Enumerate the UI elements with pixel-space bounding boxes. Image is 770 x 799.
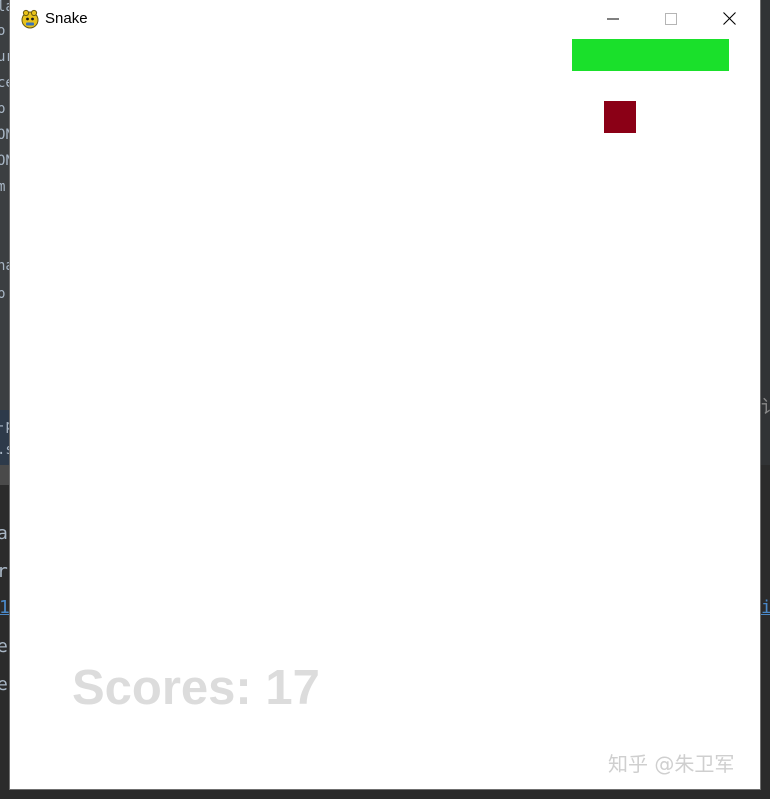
zhihu-watermark: 知乎 @朱卫军 <box>608 752 735 776</box>
snake-body <box>572 39 729 71</box>
window-titlebar[interactable]: Snake <box>10 0 760 38</box>
ide-link-fragment: i <box>761 597 770 618</box>
snake-food <box>604 101 636 133</box>
ide-separator <box>0 465 10 485</box>
maximize-icon <box>665 10 677 29</box>
ide-link-fragment: 1 <box>0 597 10 618</box>
ide-text-fragment: 讠 <box>761 398 770 418</box>
ide-right-panel <box>760 0 770 465</box>
ide-text-fragment: e <box>0 636 8 657</box>
snake-game-window: Snake Scores: 17 知乎 @朱卫军 <box>10 0 760 789</box>
close-icon <box>722 10 736 29</box>
pygame-snake-icon <box>21 9 39 29</box>
ide-text-fragment: a <box>0 523 8 544</box>
maximize-button[interactable] <box>642 0 700 38</box>
minimize-icon <box>607 10 619 29</box>
ide-right-editor <box>760 465 770 799</box>
ide-text-fragment: p <box>0 286 6 302</box>
window-title: Snake <box>45 10 88 27</box>
ide-text-fragment: p <box>0 101 6 117</box>
ide-text-fragment: m <box>0 179 6 195</box>
score-label: Scores: 17 <box>72 661 320 715</box>
ide-text-fragment: e <box>0 674 8 695</box>
game-canvas[interactable]: Scores: 17 知乎 @朱卫军 <box>10 38 760 789</box>
ide-bottom-strip <box>0 789 770 799</box>
minimize-button[interactable] <box>584 0 642 38</box>
close-button[interactable] <box>700 0 758 38</box>
ide-text-fragment: o <box>0 23 6 39</box>
desktop-screen: la o ur ce p ON ON m na p -p .s a ra 1 e… <box>0 0 770 799</box>
